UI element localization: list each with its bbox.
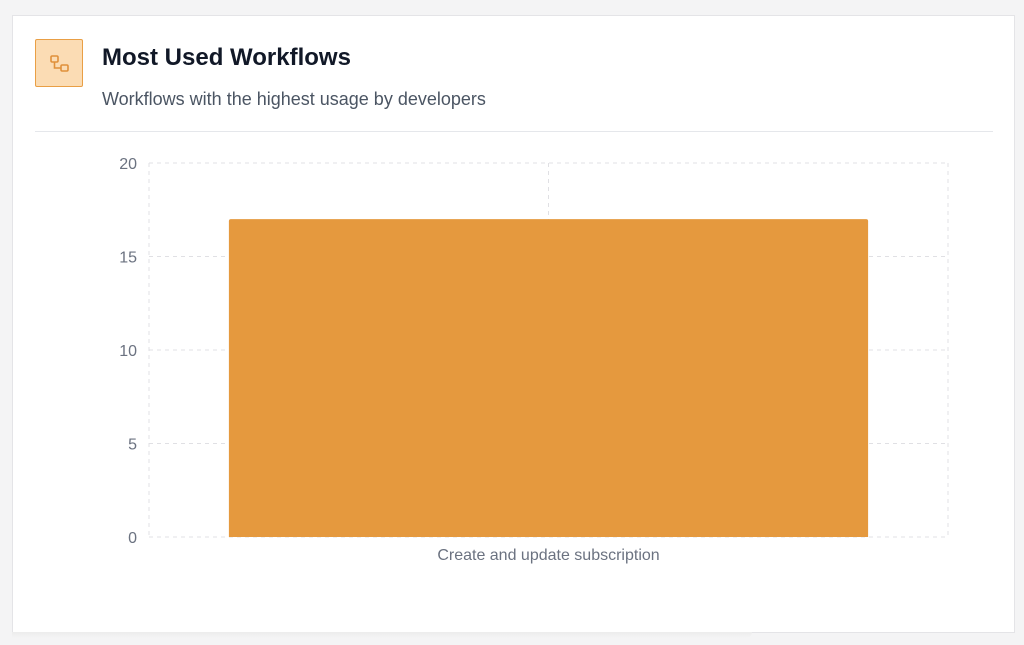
y-tick-label: 15 <box>119 250 137 267</box>
y-tick-label: 10 <box>119 343 137 360</box>
x-tick-label: Create and update subscription <box>437 547 659 564</box>
bar-chart: 0 5 10 15 20 Create and update subscription <box>119 156 949 564</box>
y-tick-label: 0 <box>128 530 137 547</box>
y-tick-label: 5 <box>128 437 137 454</box>
bar <box>228 219 869 537</box>
card-bottom-edge <box>12 632 752 638</box>
y-tick-label: 20 <box>119 156 137 173</box>
